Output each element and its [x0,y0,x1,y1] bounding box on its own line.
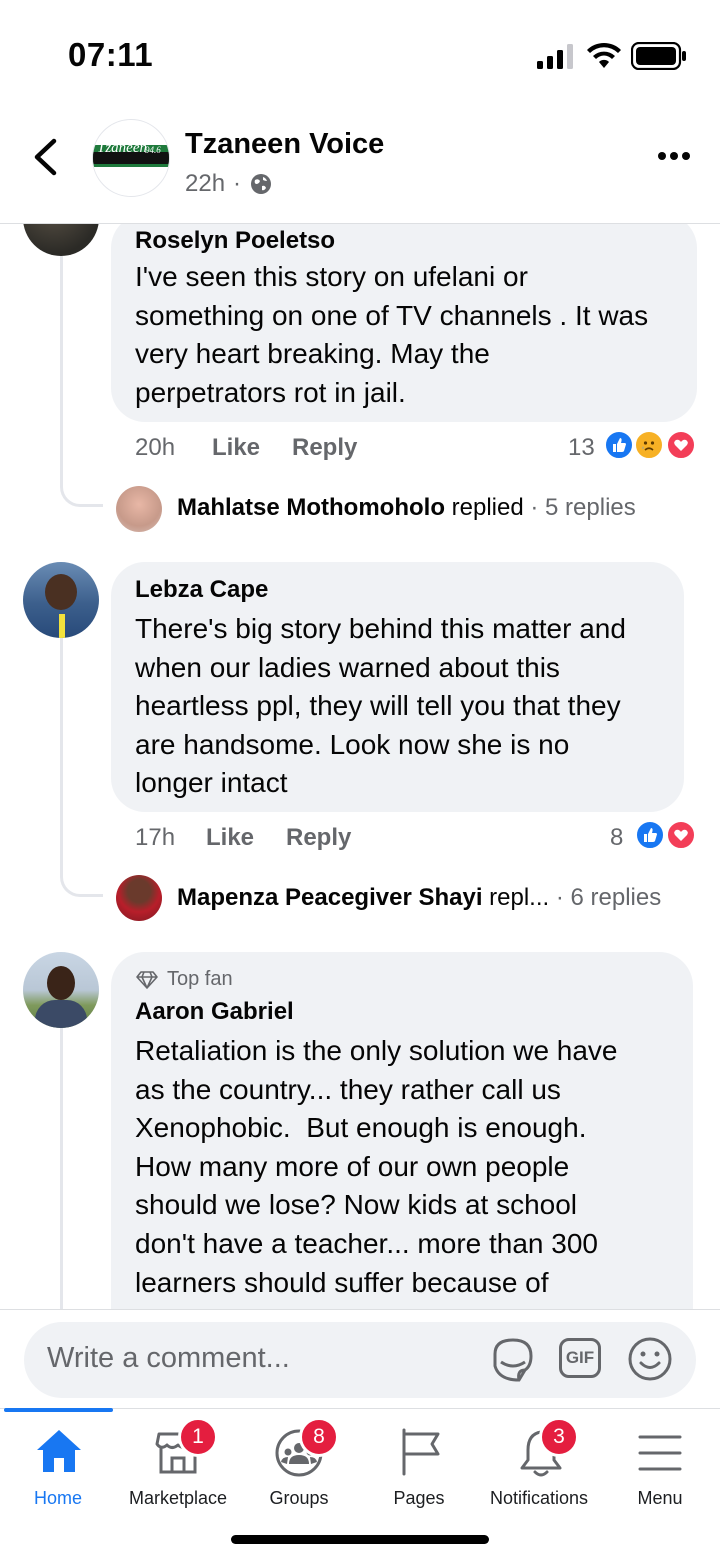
more-options-icon[interactable] [656,150,692,162]
status-time: 07:11 [68,36,154,73]
post-meta: 22h · [185,170,273,198]
like-link[interactable]: Like [206,824,254,852]
page-logo-suffix: 94.6 [145,145,161,155]
tab-marketplace[interactable]: Marketplace [108,1488,248,1509]
reply-preview[interactable]: Mapenza Peacegiver Shayi repl... · 6 rep… [177,884,661,912]
badge-label: Top fan [167,968,233,990]
thread-line [60,1028,63,1309]
thread-curve [60,476,103,507]
home-icon[interactable] [35,1428,83,1474]
reply-author: Mahlatse Mothomoholo [177,494,445,521]
comments-list[interactable]: Roselyn Poeletso I've seen this story on… [0,224,720,1309]
love-icon [665,819,697,851]
reaction-count[interactable]: 13 [568,434,595,462]
commenter-avatar[interactable] [23,952,99,1028]
comment-input[interactable]: Write a comment... [47,1342,290,1375]
comment-time: 20h [135,434,176,461]
comment-bubble[interactable]: Top fan Aaron Gabriel Retaliation is the… [111,952,693,1309]
love-icon [665,429,697,461]
like-link[interactable]: Like [212,434,260,462]
reply-count: · 6 replies [555,884,662,911]
like-icon [603,429,635,461]
tab-groups[interactable]: Groups [229,1488,369,1509]
comment-bubble[interactable]: Roselyn Poeletso I've seen this story on… [111,224,697,422]
meta-separator: · [233,170,242,197]
page-title[interactable]: Tzaneen Voice [185,128,384,161]
comment-text: There's big story behind this matter and… [135,613,626,799]
reply-link[interactable]: Reply [286,824,351,852]
thread-line [60,638,63,876]
sad-icon [633,429,665,461]
comment-bubble[interactable]: Lebza Cape There's big story behind this… [111,562,684,812]
tab-menu[interactable]: Menu [590,1488,720,1509]
home-indicator [231,1535,489,1544]
comment-text: Retaliation is the only solution we have… [135,1035,618,1298]
commenter-avatar[interactable] [23,562,99,638]
flag-icon[interactable] [398,1428,444,1476]
commenter-avatar[interactable] [23,224,99,256]
reaction-icons[interactable] [603,429,703,465]
page-avatar[interactable]: Tzaneen 94.6 [92,119,170,197]
notifications-badge: 3 [539,1417,579,1457]
comment-author[interactable]: Lebza Cape [135,576,268,604]
reply-avatar[interactable] [116,486,162,532]
comment-composer[interactable]: Write a comment... GIF [24,1322,696,1398]
reply-avatar[interactable] [116,875,162,921]
globe-icon [251,174,272,194]
composer-divider [0,1309,720,1310]
comment-author[interactable]: Roselyn Poeletso [135,227,335,255]
like-icon [634,819,666,851]
diamond-icon [136,970,158,989]
reply-action: replied [451,494,524,521]
sticker-icon[interactable] [489,1336,537,1384]
groups-badge: 8 [299,1417,339,1457]
top-fan-badge: Top fan [135,968,233,991]
emoji-icon[interactable] [627,1336,673,1382]
reply-link[interactable]: Reply [292,434,357,462]
comment-text: I've seen this story on ufelani or somet… [135,261,649,408]
battery-icon [631,42,686,70]
tab-pages[interactable]: Pages [349,1488,489,1509]
reply-action: repl... [489,884,550,911]
thread-curve [60,866,103,897]
marketplace-badge: 1 [178,1417,218,1457]
comment-author[interactable]: Aaron Gabriel [135,998,294,1026]
reaction-icons[interactable] [634,819,704,855]
page-logo-text: Tzaneen [97,140,147,156]
back-chevron-icon[interactable] [30,138,60,176]
tab-notifications[interactable]: Notifications [469,1488,609,1509]
gif-button[interactable]: GIF [559,1338,601,1378]
thread-line [60,256,63,486]
menu-icon[interactable] [638,1434,682,1472]
reaction-count[interactable]: 8 [610,824,623,852]
cellular-signal-icon [537,44,573,69]
reply-preview[interactable]: Mahlatse Mothomoholo replied · 5 replies [177,494,636,522]
reply-author: Mapenza Peacegiver Shayi [177,884,483,911]
post-time: 22h [185,170,226,197]
comment-time: 17h [135,824,176,851]
active-tab-indicator [4,1408,113,1412]
reply-count: · 5 replies [530,494,636,521]
wifi-icon [587,42,621,68]
